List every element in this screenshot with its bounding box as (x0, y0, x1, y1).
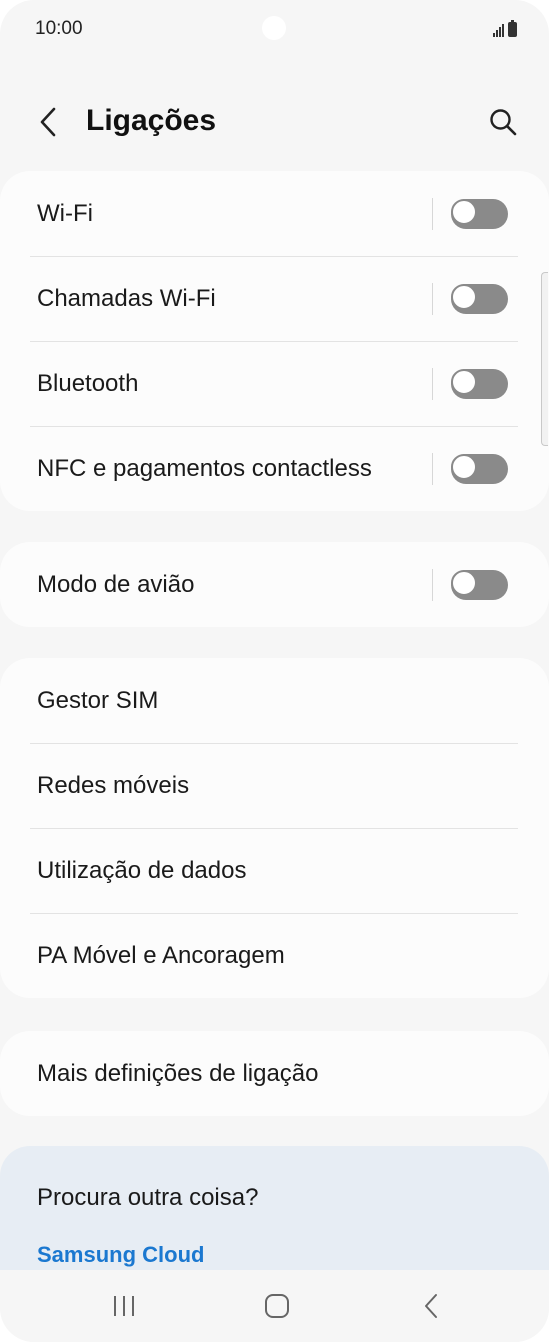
row-divider (432, 367, 433, 400)
setting-row-nfc[interactable]: NFC e pagamentos contactless (0, 426, 549, 511)
setting-row-airplane-mode[interactable]: Modo de avião (0, 542, 549, 627)
home-icon (265, 1294, 289, 1318)
settings-group-more: Mais definições de ligação (0, 1031, 549, 1116)
toggle-knob (451, 368, 477, 395)
settings-group-airplane: Modo de avião (0, 542, 549, 627)
battery-icon (508, 20, 517, 37)
status-bar: 10:00 (0, 0, 549, 60)
row-divider (432, 452, 433, 485)
suggestions-title: Procura outra coisa? (37, 1184, 259, 1211)
setting-row-more-connection-settings[interactable]: Mais definições de ligação (0, 1031, 549, 1116)
setting-row-mobile-networks[interactable]: Redes móveis (0, 743, 549, 828)
samsung-cloud-link[interactable]: Samsung Cloud (37, 1242, 204, 1268)
setting-label: NFC e pagamentos contactless (37, 454, 372, 482)
toggle-knob (451, 283, 477, 310)
phone-screen: 10:00 Ligações Wi-Fi Chamadas Wi-Fi Blue… (0, 0, 549, 1342)
nfc-toggle[interactable] (451, 453, 508, 484)
app-header: Ligações (0, 90, 549, 154)
setting-row-wifi[interactable]: Wi-Fi (0, 171, 549, 256)
status-time: 10:00 (35, 18, 83, 39)
search-icon (490, 109, 517, 136)
airplane-mode-toggle[interactable] (451, 569, 508, 600)
toggle-knob (451, 198, 477, 225)
nav-back-button[interactable] (401, 1284, 461, 1328)
wifi-toggle[interactable] (451, 198, 508, 229)
back-button[interactable] (30, 102, 66, 142)
setting-row-data-usage[interactable]: Utilização de dados (0, 828, 549, 913)
recents-button[interactable] (94, 1284, 154, 1328)
suggestions-card: Procura outra coisa? Samsung Cloud (0, 1146, 549, 1270)
setting-label: Utilização de dados (37, 856, 247, 884)
wifi-calling-toggle[interactable] (451, 283, 508, 314)
back-icon (425, 1294, 437, 1318)
home-button[interactable] (247, 1284, 307, 1328)
setting-label: Chamadas Wi-Fi (37, 284, 216, 312)
settings-group-connectivity: Wi-Fi Chamadas Wi-Fi Bluetooth NFC e pag… (0, 171, 549, 511)
bluetooth-toggle[interactable] (451, 368, 508, 399)
search-button[interactable] (483, 102, 523, 142)
setting-label: Mais definições de ligação (37, 1059, 319, 1087)
setting-label: Redes móveis (37, 771, 190, 799)
setting-label: Wi-Fi (37, 199, 93, 227)
setting-label: Gestor SIM (37, 686, 159, 714)
toggle-knob (451, 569, 477, 596)
setting-row-hotspot-tethering[interactable]: PA Móvel e Ancoragem (0, 913, 549, 998)
front-camera (262, 16, 286, 40)
setting-label: PA Móvel e Ancoragem (37, 941, 285, 969)
settings-group-mobile: Gestor SIM Redes móveis Utilização de da… (0, 658, 549, 998)
setting-label: Bluetooth (37, 369, 139, 397)
recents-icon (114, 1296, 134, 1316)
signal-icon (493, 23, 504, 37)
status-icons (493, 19, 517, 37)
row-divider (432, 568, 433, 601)
setting-row-wifi-calling[interactable]: Chamadas Wi-Fi (0, 256, 549, 341)
navigation-bar (0, 1270, 549, 1342)
toggle-knob (451, 453, 477, 480)
page-title: Ligações (86, 104, 217, 137)
row-divider (432, 282, 433, 315)
chevron-left-icon (40, 107, 56, 137)
setting-row-sim-manager[interactable]: Gestor SIM (0, 658, 549, 743)
setting-row-bluetooth[interactable]: Bluetooth (0, 341, 549, 426)
scroll-indicator[interactable] (541, 272, 548, 446)
row-divider (432, 197, 433, 230)
setting-label: Modo de avião (37, 570, 195, 598)
